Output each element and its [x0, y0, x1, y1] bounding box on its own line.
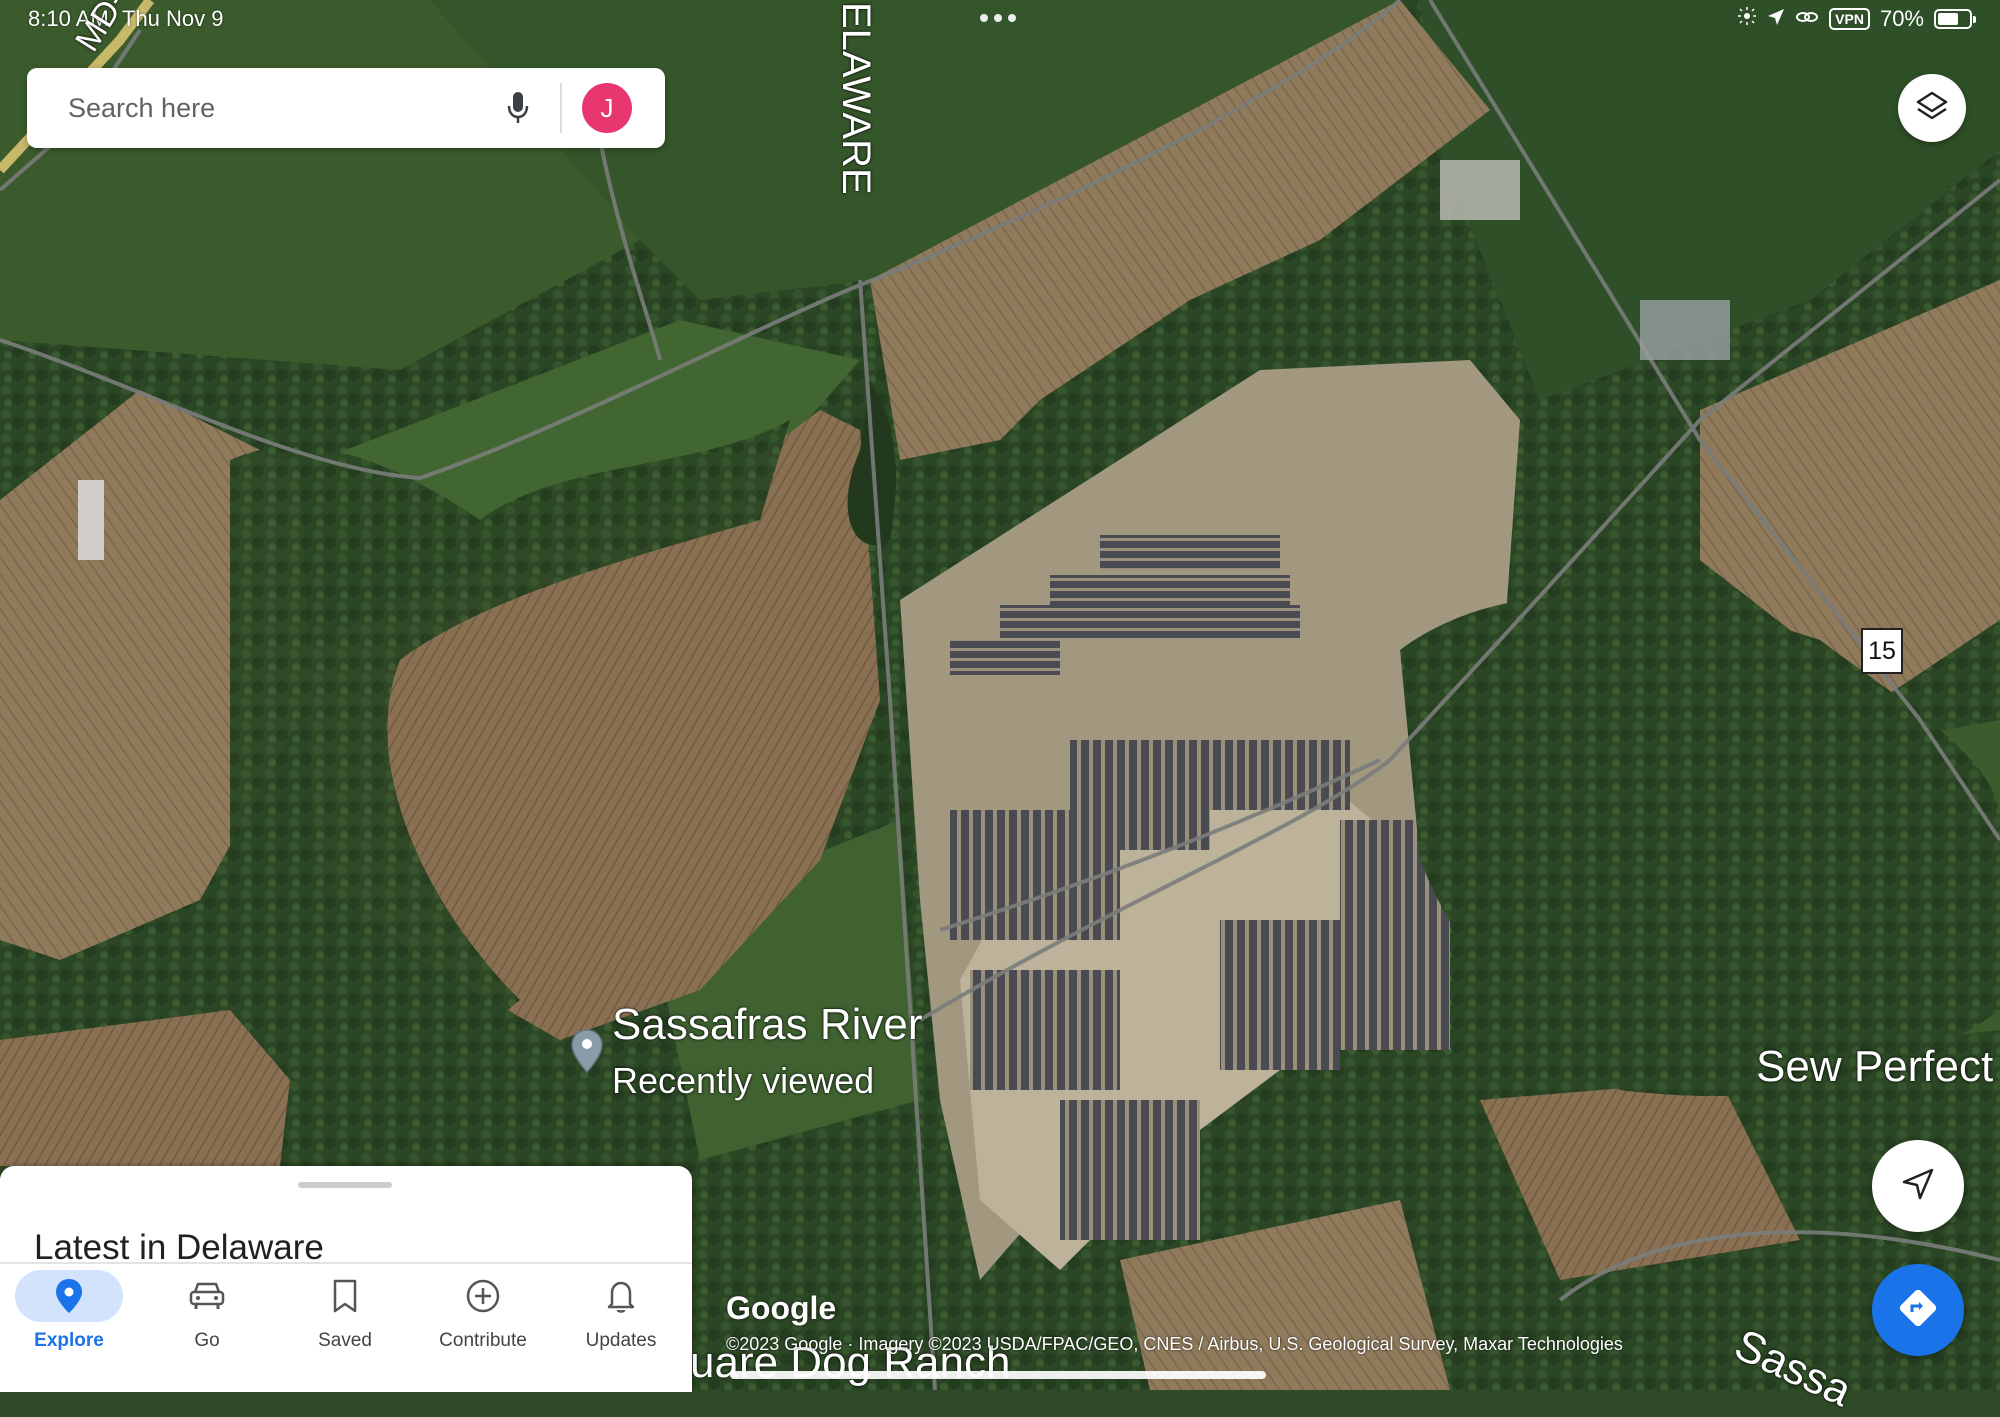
my-location-button[interactable]	[1872, 1140, 1964, 1232]
search-bar[interactable]: Search here J	[27, 68, 665, 148]
link-icon	[1795, 6, 1819, 32]
business-label-sew-perfect[interactable]: Sew Perfect	[1756, 1042, 1993, 1092]
tab-label: Updates	[585, 1330, 657, 1351]
map-attribution[interactable]: ©2023 Google · Imagery ©2023 USDA/FPAC/G…	[726, 1334, 1623, 1355]
place-label-sassafras-river[interactable]: Sassafras River	[612, 1000, 923, 1050]
car-icon	[153, 1270, 261, 1322]
route-15-shield: 15	[1861, 628, 1903, 674]
avatar[interactable]: J	[582, 83, 632, 133]
tab-updates[interactable]: Updates	[552, 1264, 690, 1392]
directions-button[interactable]	[1872, 1264, 1964, 1356]
tab-label: Contribute	[439, 1330, 527, 1351]
tab-saved[interactable]: Saved	[276, 1264, 414, 1392]
tab-label: Go	[194, 1330, 220, 1351]
status-date: Thu Nov 9	[122, 6, 224, 31]
bottom-nav: Explore Go Saved Contribute Updates	[0, 1262, 692, 1392]
status-indicators: VPN 70%	[1737, 6, 1976, 32]
tab-explore[interactable]: Explore	[0, 1264, 138, 1392]
tab-label: Explore	[34, 1330, 104, 1351]
navigation-arrow-icon	[1901, 1167, 1935, 1206]
sheet-drag-handle[interactable]	[298, 1182, 392, 1188]
vpn-badge: VPN	[1829, 8, 1870, 30]
microphone-icon[interactable]	[498, 88, 538, 128]
add-circle-icon	[429, 1270, 537, 1322]
multitasking-dots-icon[interactable]	[980, 14, 1016, 22]
location-pin-icon	[15, 1270, 123, 1322]
tab-contribute[interactable]: Contribute	[414, 1264, 552, 1392]
place-pin-icon[interactable]	[570, 1028, 604, 1079]
brightness-icon	[1737, 6, 1757, 32]
search-placeholder[interactable]: Search here	[68, 93, 498, 124]
battery-percent: 70%	[1879, 6, 1924, 31]
layers-icon	[1915, 89, 1949, 128]
search-divider	[560, 83, 562, 133]
tab-go[interactable]: Go	[138, 1264, 276, 1392]
layers-button[interactable]	[1898, 74, 1966, 142]
state-line-label: ELAWARE	[834, 2, 878, 195]
home-indicator[interactable]	[730, 1371, 1266, 1379]
google-logo: Google	[726, 1290, 837, 1326]
bell-icon	[567, 1270, 675, 1322]
bookmark-icon	[291, 1270, 399, 1322]
battery-icon	[1934, 9, 1976, 29]
tab-label: Saved	[318, 1330, 372, 1351]
directions-icon	[1898, 1288, 1938, 1333]
place-sublabel: Recently viewed	[612, 1060, 875, 1101]
location-arrow-icon	[1767, 6, 1785, 32]
